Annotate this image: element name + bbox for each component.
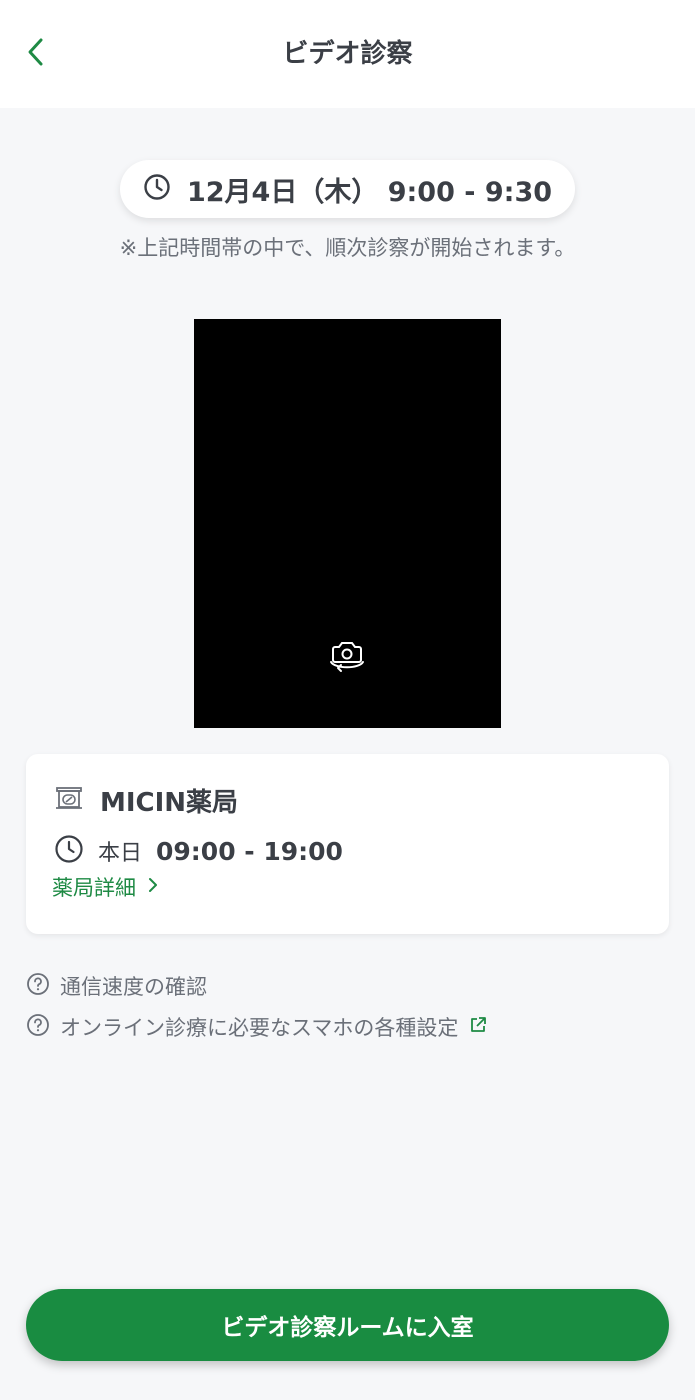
question-circle-icon — [26, 1013, 50, 1041]
video-preview — [194, 319, 501, 728]
pharmacy-name: MICIN薬局 — [100, 787, 239, 818]
pharmacy-name-row: MICIN薬局 — [54, 782, 238, 818]
hours-label: 本日 — [98, 841, 143, 866]
clock-icon — [143, 173, 171, 205]
page-title: ビデオ診察 — [282, 39, 413, 69]
phone-settings-link[interactable]: オンライン診療に必要なスマホの各種設定 — [26, 1011, 488, 1043]
chevron-right-icon — [146, 875, 160, 899]
switch-camera-icon — [327, 638, 367, 678]
enter-video-room-button[interactable]: ビデオ診察ルームに入室 — [26, 1289, 669, 1361]
pharmacy-icon — [54, 783, 84, 817]
switch-camera-button[interactable] — [326, 639, 368, 677]
appointment-time: 12月4日（木） 9:00 - 9:30 — [186, 176, 553, 208]
pharmacy-detail-link[interactable]: 薬局詳細 — [52, 870, 160, 904]
speed-check-label: 通信速度の確認 — [60, 975, 207, 999]
appointment-note: ※上記時間帯の中で、順次診察が開始されます。 — [119, 236, 576, 260]
hours-value: 09:00 - 19:00 — [156, 836, 343, 866]
enter-video-room-label: ビデオ診察ルームに入室 — [221, 1315, 474, 1341]
speed-check-link[interactable]: 通信速度の確認 — [26, 970, 207, 1002]
clock-icon — [54, 834, 84, 868]
app-header: ビデオ診察 — [0, 0, 695, 108]
question-circle-icon — [26, 972, 50, 1000]
pharmacy-card: MICIN薬局 本日 09:00 - 19:00 薬局詳細 — [26, 754, 669, 934]
phone-settings-label: オンライン診療に必要なスマホの各種設定 — [60, 1016, 459, 1040]
pharmacy-detail-label: 薬局詳細 — [52, 876, 136, 900]
appointment-time-pill: 12月4日（木） 9:00 - 9:30 — [120, 160, 575, 218]
external-link-icon — [468, 1015, 488, 1039]
pharmacy-hours-row: 本日 09:00 - 19:00 — [54, 834, 343, 868]
